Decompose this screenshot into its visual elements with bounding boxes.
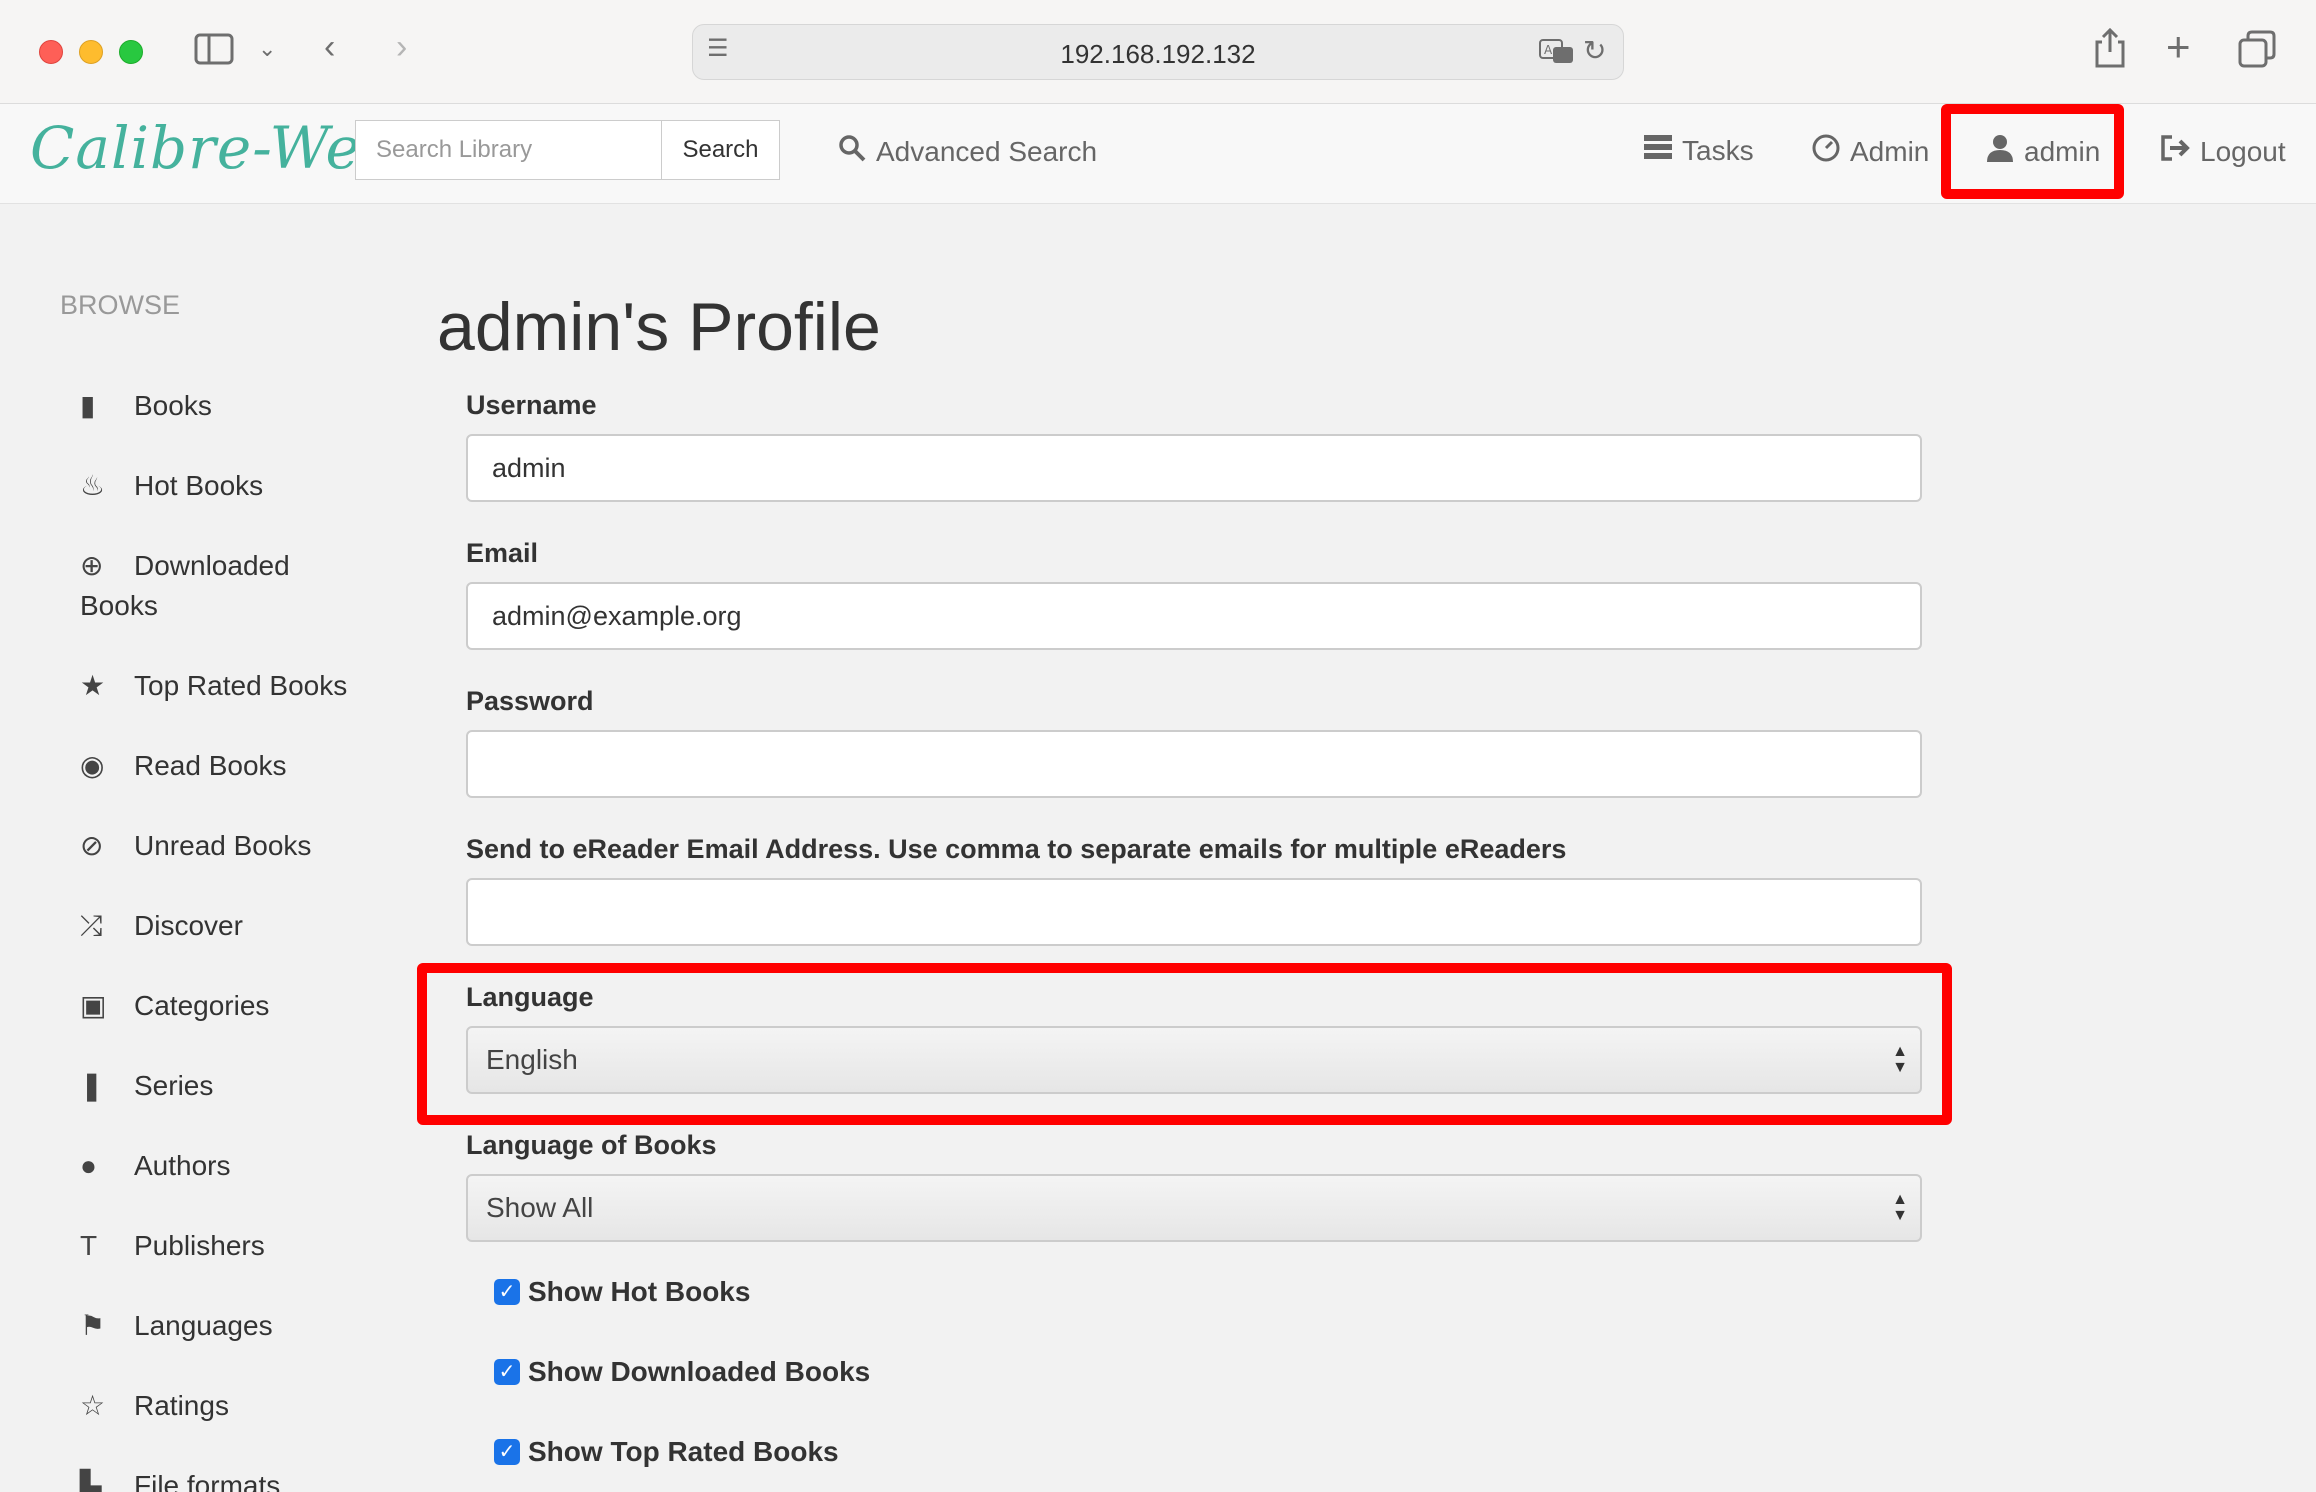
inbox-icon: ▣ [80, 990, 107, 1021]
email-label: Email [466, 538, 539, 568]
sidebar-item-file-formats[interactable]: ▙ File formats [80, 1466, 380, 1492]
bookmark-icon: ❚ [80, 1070, 104, 1101]
sidebar-item-label: File formats [134, 1470, 281, 1492]
show-top-rated-books-checkbox[interactable]: ✓ Show Top Rated Books [494, 1436, 839, 1468]
sidebar-item-read-books[interactable]: ◉ Read Books [80, 746, 380, 786]
chevron-down-icon[interactable]: ⌄ [258, 38, 276, 60]
sidebar-item-label: Authors [134, 1150, 231, 1181]
checkbox-label: Show Downloaded Books [528, 1356, 871, 1387]
ereader-email-field[interactable] [466, 878, 1922, 946]
password-label: Password [466, 686, 594, 716]
username-label: Username [466, 390, 597, 420]
book-language-selected-value: Show All [486, 1192, 594, 1223]
checkbox-checked-icon[interactable]: ✓ [494, 1439, 520, 1465]
username-field[interactable] [466, 434, 1922, 502]
sidebar-item-publishers[interactable]: T Publishers [80, 1226, 380, 1266]
tasks-icon [1644, 134, 1672, 167]
url-text: 192.168.192.132 [1060, 39, 1256, 69]
sidebar-item-books[interactable]: ▮ Books [80, 386, 380, 426]
browser-toolbar: ⌄ ‹ › ☰ 192.168.192.132 A ↻ + [0, 0, 2316, 104]
eye-icon: ◉ [80, 750, 105, 781]
text-size-icon: T [80, 1230, 98, 1261]
sidebar-item-label: Top Rated Books [134, 670, 348, 701]
sidebar-item-label: Categories [134, 990, 270, 1021]
sidebar-item-label: Hot Books [134, 470, 264, 501]
sidebar-item-downloaded-books[interactable]: ⊕ Downloaded Books [80, 546, 320, 626]
sidebar-item-categories[interactable]: ▣ Categories [80, 986, 380, 1026]
sidebar-item-unread-books[interactable]: ⊘ Unread Books [80, 826, 380, 866]
checkbox-label: Show Hot Books [528, 1276, 751, 1307]
sidebar-item-label: Read Books [134, 750, 287, 781]
new-tab-icon[interactable]: + [2166, 26, 2191, 68]
svg-text:A: A [1544, 43, 1553, 57]
search-button[interactable]: Search [661, 120, 780, 180]
sidebar-toggle-icon[interactable] [194, 33, 234, 71]
fire-icon: ♨ [80, 470, 106, 501]
highlight-user-link [1941, 104, 2124, 199]
sidebar-item-series[interactable]: ❚ Series [80, 1066, 380, 1106]
password-field[interactable] [466, 730, 1922, 798]
translate-icon[interactable]: A [1539, 39, 1575, 70]
calibre-web-logo[interactable]: Calibre-Web [30, 114, 399, 182]
dashboard-icon [1812, 134, 1840, 169]
star-icon: ★ [80, 670, 106, 701]
sidebar-item-discover[interactable]: ⤮ Discover [80, 906, 380, 946]
tasks-link[interactable]: Tasks [1644, 134, 1754, 167]
star-empty-icon: ☆ [80, 1390, 106, 1421]
highlight-language-field [417, 963, 1952, 1125]
sidebar-item-label: Publishers [134, 1230, 265, 1261]
flag-icon: ⚑ [80, 1310, 106, 1341]
page-title: admin's Profile [437, 289, 881, 365]
sidebar-item-label: Discover [134, 910, 243, 941]
sidebar-item-label: Unread Books [134, 830, 312, 861]
share-icon[interactable] [2094, 27, 2126, 74]
select-arrows-icon: ▲ ▼ [1892, 1191, 1908, 1224]
logout-label: Logout [2200, 135, 2286, 167]
sidebar-item-label: Series [134, 1070, 214, 1101]
download-icon: ⊕ [80, 550, 104, 581]
admin-link[interactable]: Admin [1812, 134, 1929, 169]
file-icon: ▙ [80, 1470, 102, 1492]
reload-icon[interactable]: ↻ [1583, 37, 1606, 65]
checkbox-checked-icon[interactable]: ✓ [494, 1359, 520, 1385]
maximize-window-button[interactable] [119, 40, 143, 64]
sidebar-item-authors[interactable]: ● Authors [80, 1146, 380, 1186]
search-input[interactable] [355, 120, 662, 180]
tasks-label: Tasks [1682, 134, 1754, 166]
back-icon[interactable]: ‹ [324, 30, 335, 64]
close-window-button[interactable] [39, 40, 63, 64]
advanced-search-link[interactable]: Advanced Search [838, 134, 1097, 169]
minimize-window-button[interactable] [79, 40, 103, 64]
sidebar-item-label: Books [134, 390, 212, 421]
sidebar-item-label: Languages [134, 1310, 273, 1341]
tab-overview-icon[interactable] [2238, 30, 2276, 74]
sidebar-item-hot-books[interactable]: ♨ Hot Books [80, 466, 380, 506]
search-icon [838, 134, 866, 169]
logout-icon [2160, 134, 2190, 169]
sidebar-item-languages[interactable]: ⚑ Languages [80, 1306, 380, 1346]
sidebar-item-ratings[interactable]: ☆ Ratings [80, 1386, 380, 1426]
browse-heading: BROWSE [60, 290, 181, 320]
shuffle-icon: ⤮ [80, 910, 103, 941]
book-icon: ▮ [80, 390, 96, 421]
user-icon: ● [80, 1150, 97, 1181]
show-downloaded-books-checkbox[interactable]: ✓ Show Downloaded Books [494, 1356, 870, 1388]
book-language-select[interactable]: Show All ▲ ▼ [466, 1174, 1922, 1242]
logout-link[interactable]: Logout [2160, 134, 2286, 169]
eye-slash-icon: ⊘ [80, 830, 104, 861]
admin-label: Admin [1850, 135, 1930, 167]
book-language-label: Language of Books [466, 1130, 717, 1160]
ereader-email-label: Send to eReader Email Address. Use comma… [466, 834, 1567, 864]
sidebar-item-label: Ratings [134, 1390, 229, 1421]
checkbox-label: Show Top Rated Books [528, 1436, 839, 1467]
forward-icon[interactable]: › [396, 30, 407, 64]
advanced-search-label: Advanced Search [876, 135, 1098, 167]
address-bar[interactable]: ☰ 192.168.192.132 A ↻ [692, 24, 1624, 80]
checkbox-checked-icon[interactable]: ✓ [494, 1279, 520, 1305]
show-hot-books-checkbox[interactable]: ✓ Show Hot Books [494, 1276, 750, 1308]
sidebar-item-top-rated-books[interactable]: ★ Top Rated Books [80, 666, 380, 706]
email-field[interactable] [466, 582, 1922, 650]
